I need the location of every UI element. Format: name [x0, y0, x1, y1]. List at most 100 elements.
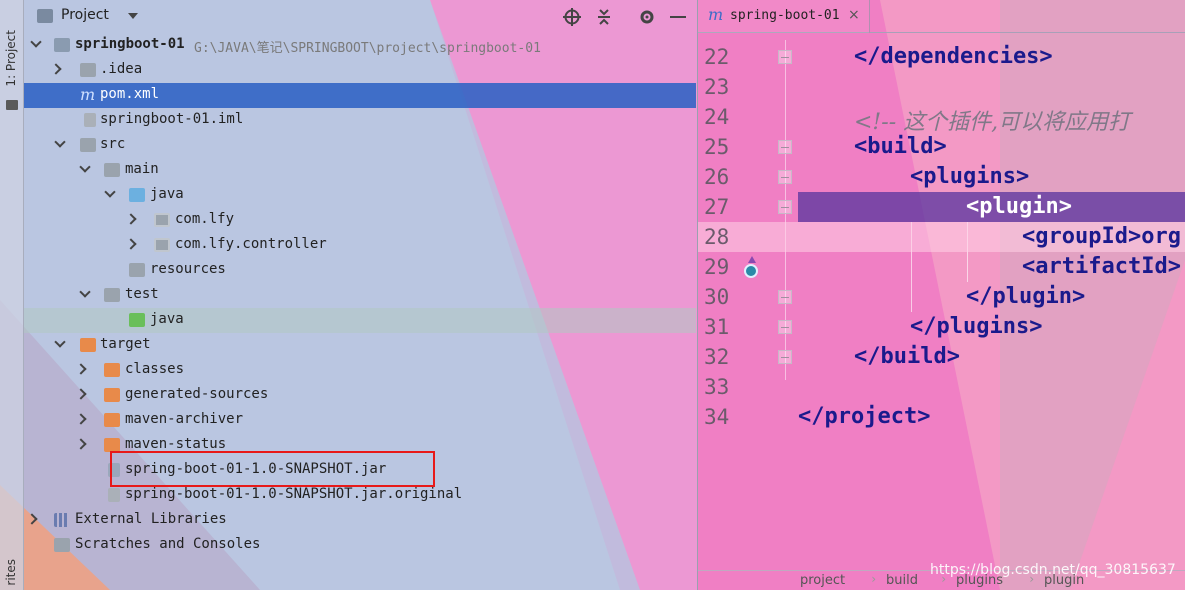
chevron-down-icon[interactable]	[30, 36, 42, 48]
line-number: 33	[704, 375, 730, 399]
code-text: </plugin>	[966, 284, 1086, 309]
fold-icon[interactable]	[778, 140, 792, 154]
chevron-down-icon[interactable]	[79, 286, 91, 298]
fold-icon[interactable]	[778, 350, 792, 364]
line-number: 34	[704, 405, 730, 429]
code-line[interactable]: 30 </plugin>	[698, 282, 1185, 312]
folder-icon	[80, 63, 96, 77]
tree-item-pom-xml[interactable]: m pom.xml	[24, 83, 696, 108]
code-line[interactable]: 33	[698, 372, 1185, 402]
code-text: </dependencies>	[854, 44, 1053, 69]
scratches-icon	[54, 538, 70, 552]
project-tool-tab-label: 1: Project	[4, 30, 18, 87]
minimize-icon[interactable]	[668, 7, 688, 27]
tree-item-label: generated-sources	[125, 386, 269, 402]
libraries-icon	[54, 513, 70, 527]
chevron-right-icon[interactable]	[75, 363, 87, 375]
line-number: 29	[704, 255, 730, 279]
close-icon[interactable]: ×	[848, 7, 860, 23]
chevron-right-icon[interactable]	[26, 513, 38, 525]
code-line-current[interactable]: 28 <groupId>org	[698, 222, 1185, 252]
arrow-up-icon	[748, 256, 756, 263]
tree-item-java[interactable]: java	[24, 183, 696, 208]
panel-title[interactable]: Project	[61, 7, 109, 23]
code-line[interactable]: 29 <artifactId>	[698, 252, 1185, 282]
editor-tab-bar: m spring-boot-01 ×	[698, 0, 1185, 33]
fold-icon[interactable]	[778, 200, 792, 214]
tree-item-resources[interactable]: resources	[24, 258, 696, 283]
navigate-to-parent-icon[interactable]	[744, 256, 760, 280]
chevron-right-icon[interactable]	[75, 413, 87, 425]
code-line[interactable]: 26 <plugins>	[698, 162, 1185, 192]
tree-item-main[interactable]: main	[24, 158, 696, 183]
tree-item-label: test	[125, 286, 159, 302]
tree-item-src[interactable]: src	[24, 133, 696, 158]
code-line[interactable]: 32 </build>	[698, 342, 1185, 372]
tree-item-springboot-01[interactable]: springboot-01 G:\JAVA\笔记\SPRINGBOOT\proj…	[24, 33, 696, 58]
iml-file-icon	[84, 113, 96, 127]
tree-item-label: target	[100, 336, 151, 352]
chevron-right-icon[interactable]	[125, 238, 137, 250]
gear-icon[interactable]	[637, 7, 657, 27]
line-number: 24	[704, 105, 730, 129]
tree-item-maven-archiver[interactable]: maven-archiver	[24, 408, 696, 433]
chevron-down-icon[interactable]	[54, 336, 66, 348]
project-tool-tab[interactable]: 1: Project	[2, 22, 22, 114]
chevron-down-icon[interactable]	[79, 161, 91, 173]
code-line[interactable]: 24 <!-- 这个插件,可以将应用打	[698, 102, 1185, 135]
maven-icon: m	[708, 5, 724, 24]
tree-item-classes[interactable]: classes	[24, 358, 696, 383]
chevron-down-icon[interactable]	[54, 136, 66, 148]
project-icon	[37, 9, 53, 23]
package-icon	[154, 213, 170, 227]
tree-item-scratches[interactable]: Scratches and Consoles	[24, 533, 696, 558]
code-text: </plugins>	[910, 314, 1043, 339]
code-text: <groupId>org	[1022, 224, 1181, 249]
code-line[interactable]: 23	[698, 72, 1185, 102]
excluded-folder-icon	[104, 413, 120, 427]
code-editor[interactable]: m spring-boot-01 × 22 </dependencies> 23…	[697, 0, 1185, 590]
tree-item-idea[interactable]: .idea	[24, 58, 696, 83]
breadcrumb-item[interactable]: project	[800, 573, 845, 588]
tree-item-com-lfy[interactable]: com.lfy	[24, 208, 696, 233]
fold-icon[interactable]	[778, 290, 792, 304]
code-text: <build>	[854, 134, 947, 159]
tree-item-label: src	[100, 136, 126, 152]
tab-spring-boot-01[interactable]: m spring-boot-01 ×	[698, 0, 870, 33]
code-line-selected[interactable]: <plugin>	[798, 192, 1185, 222]
tree-item-generated-sources[interactable]: generated-sources	[24, 383, 696, 408]
fold-icon[interactable]	[778, 50, 792, 64]
tree-item-label: java	[150, 311, 184, 327]
chevron-right-icon[interactable]	[50, 63, 62, 75]
package-icon	[154, 238, 170, 252]
line-number: 23	[704, 75, 730, 99]
unknown-file-icon	[108, 488, 120, 502]
code-line[interactable]: 25 <build>	[698, 132, 1185, 162]
chevron-right-icon[interactable]	[75, 388, 87, 400]
chevron-right-icon[interactable]	[75, 438, 87, 450]
chevron-down-icon[interactable]	[128, 13, 138, 19]
chevron-down-icon[interactable]	[104, 186, 116, 198]
folder-icon	[80, 138, 96, 152]
fold-icon[interactable]	[778, 170, 792, 184]
annotation-highlight-box	[110, 451, 435, 487]
tree-item-label: com.lfy.controller	[175, 236, 327, 252]
tree-item-test-java[interactable]: java	[24, 308, 696, 333]
chevron-right-icon[interactable]	[125, 213, 137, 225]
code-text: <artifactId>	[1022, 254, 1181, 279]
tree-item-external-libraries[interactable]: External Libraries	[24, 508, 696, 533]
tree-item-test[interactable]: test	[24, 283, 696, 308]
breadcrumb-item[interactable]: build	[886, 573, 918, 588]
tree-item-target[interactable]: target	[24, 333, 696, 358]
tree-item-iml[interactable]: springboot-01.iml	[24, 108, 696, 133]
favorites-tool-tab[interactable]: rites	[2, 550, 22, 590]
code-line[interactable]: 31 </plugins>	[698, 312, 1185, 342]
collapse-all-icon[interactable]	[594, 7, 614, 27]
excluded-folder-icon	[80, 338, 96, 352]
fold-icon[interactable]	[778, 320, 792, 334]
locate-icon[interactable]	[562, 7, 582, 27]
line-number: 27	[704, 195, 730, 219]
tree-item-com-lfy-controller[interactable]: com.lfy.controller	[24, 233, 696, 258]
code-line[interactable]: 22 </dependencies>	[698, 42, 1185, 72]
code-line[interactable]: 34 </project>	[698, 402, 1185, 432]
